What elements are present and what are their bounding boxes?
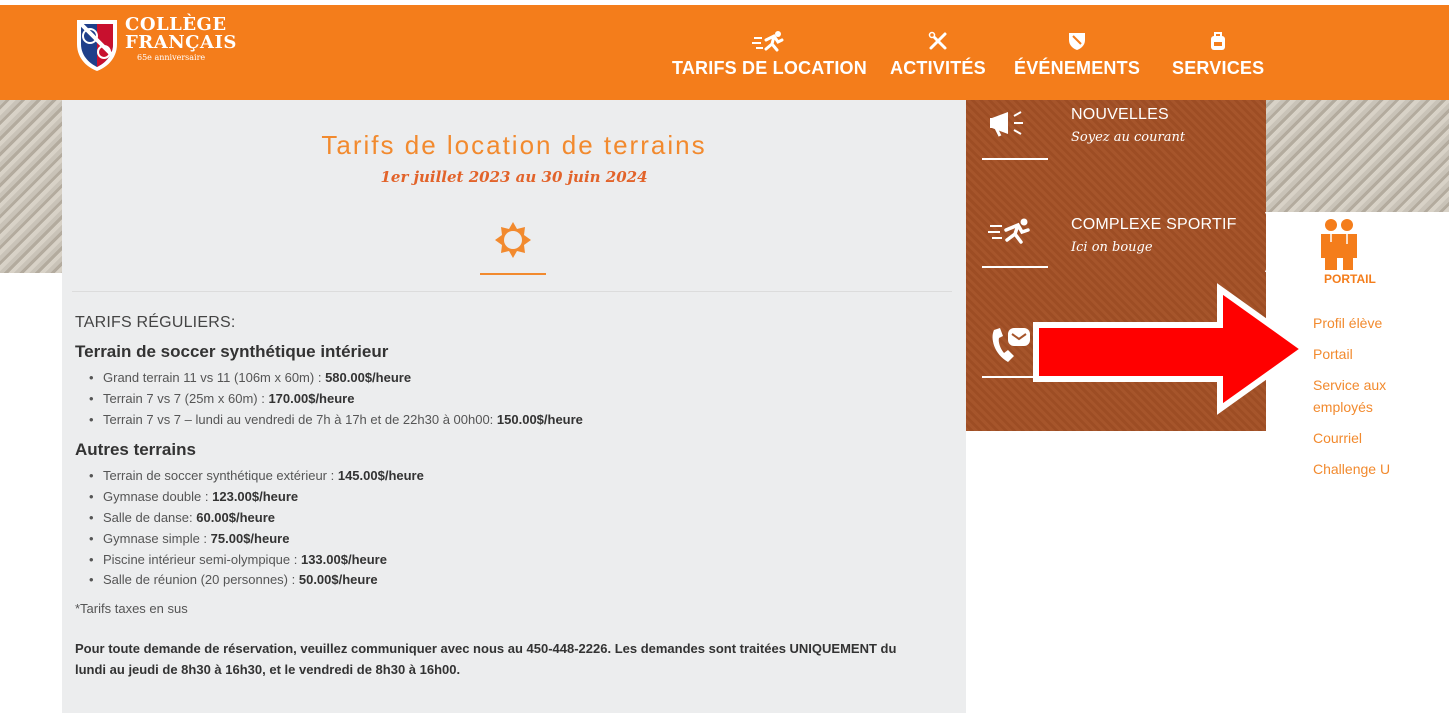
main-content: Tarifs de location de terrains 1er juill…: [62, 100, 966, 713]
backpack-icon: [1209, 28, 1227, 54]
crest-icon: [77, 20, 117, 71]
list-item: Salle de danse: 60.00$/heure: [89, 508, 955, 529]
title-underline: [480, 273, 546, 275]
list-item: Salle de réunion (20 personnes) : 50.00$…: [89, 570, 955, 591]
regular-rates-heading: TARIFS RÉGULIERS:: [75, 314, 236, 331]
group-title-other-fields: Autres terrains: [75, 440, 196, 460]
portal-link-challenge-u[interactable]: Challenge U: [1313, 458, 1443, 480]
tools-icon: [928, 28, 948, 54]
taxes-note: *Tarifs taxes en sus: [75, 601, 188, 617]
portal-link-service-employes[interactable]: Service aux employés: [1313, 374, 1443, 418]
nav-services[interactable]: SERVICES: [1172, 28, 1264, 79]
rate-price: 150.00$/heure: [496, 411, 583, 427]
rate-desc: Terrain 7 vs 7 – lundi au vendredi de 7h…: [103, 411, 497, 427]
rate-desc: Piscine intérieur semi-olympique :: [103, 551, 301, 567]
header-top-line: [0, 0, 1449, 5]
college-logo[interactable]: COLLÈGE FRANÇAIS 65e anniversaire: [75, 16, 237, 72]
panel-subtitle: Soyez au courant: [1071, 130, 1186, 145]
page-title: Tarifs de location de terrains: [321, 130, 707, 160]
link-label[interactable]: Courriel: [1313, 430, 1362, 446]
panel-divider: [982, 266, 1048, 268]
portal-link-courriel[interactable]: Courriel: [1313, 427, 1443, 449]
rate-price: 75.00$/heure: [210, 530, 290, 546]
nav-activites[interactable]: ACTIVITÉS: [890, 28, 986, 79]
rate-price: 133.00$/heure: [300, 551, 387, 567]
rate-price: 145.00$/heure: [337, 468, 424, 484]
phone-mail-icon: [988, 326, 1034, 371]
rate-price: 60.00$/heure: [196, 509, 276, 525]
list-item: Piscine intérieur semi-olympique : 133.0…: [89, 550, 955, 571]
nav-label: TARIFS DE LOCATION: [672, 58, 867, 78]
rates-list-indoor: Grand terrain 11 vs 11 (106m x 60m) : 58…: [75, 368, 955, 430]
portal-label[interactable]: PORTAIL: [1324, 272, 1376, 286]
link-label[interactable]: Service aux employés: [1313, 377, 1386, 415]
link-label[interactable]: Challenge U: [1313, 461, 1390, 477]
list-item: Gymnase simple : 75.00$/heure: [89, 529, 955, 550]
stone-banner-left: [0, 100, 62, 273]
logo-anniversary: 65e anniversaire: [137, 53, 206, 62]
list-item: Terrain 7 vs 7 (25m x 60m) : 170.00$/heu…: [89, 389, 955, 410]
rate-price: 170.00$/heure: [268, 390, 355, 406]
list-item: Gymnase double : 123.00$/heure: [89, 487, 955, 508]
site-header: COLLÈGE FRANÇAIS 65e anniversaire TARIFS…: [0, 0, 1449, 100]
nav-tarifs-de-location[interactable]: TARIFS DE LOCATION: [672, 28, 867, 79]
portal-link-profil-eleve[interactable]: Profil élève: [1313, 312, 1443, 334]
portal-links: Profil élève Portail Service aux employé…: [1313, 312, 1443, 489]
portal-link-portail[interactable]: Portail: [1313, 343, 1443, 365]
shield-icon: [1068, 28, 1086, 54]
red-arrow-annotation: [1033, 283, 1310, 415]
link-label[interactable]: Portail: [1313, 346, 1353, 362]
rates-section: TARIFS RÉGULIERS: Terrain de soccer synt…: [75, 314, 955, 680]
rates-list-other: Terrain de soccer synthétique extérieur …: [75, 466, 955, 591]
rate-desc: Salle de réunion (20 personnes) :: [103, 572, 299, 588]
nav-evenements[interactable]: ÉVÉNEMENTS: [1014, 28, 1140, 79]
rate-desc: Gymnase simple :: [103, 530, 211, 546]
panel-title: COMPLEXE SPORTIF: [1071, 216, 1237, 233]
link-label[interactable]: Profil élève: [1313, 315, 1382, 331]
group-title-indoor-soccer: Terrain de soccer synthétique intérieur: [75, 342, 389, 361]
section-divider: [72, 291, 952, 292]
panel-title: NOUVELLES: [1071, 106, 1169, 123]
panel-divider: [982, 158, 1048, 160]
rate-desc: Terrain 7 vs 7 (25m x 60m) :: [103, 390, 269, 406]
list-item: Terrain de soccer synthétique extérieur …: [89, 466, 955, 487]
nav-label: SERVICES: [1172, 58, 1265, 78]
rate-price: 50.00$/heure: [298, 572, 378, 588]
date-range: 1er juillet 2023 au 30 juin 2024: [380, 168, 648, 186]
runner-icon: [752, 28, 786, 54]
panel-subtitle: Ici on bouge: [1071, 240, 1153, 255]
rate-price: 123.00$/heure: [212, 489, 299, 505]
reservation-contact-note: Pour toute demande de réservation, veuil…: [75, 641, 897, 678]
runner-icon: [988, 218, 1034, 249]
logo-francais: FRANÇAIS: [125, 32, 237, 53]
rate-desc: Gymnase double :: [103, 489, 213, 505]
rate-price: 580.00$/heure: [325, 370, 412, 385]
list-item: Grand terrain 11 vs 11 (106m x 60m) : 58…: [89, 368, 955, 389]
list-item: Terrain 7 vs 7 – lundi au vendredi de 7h…: [89, 410, 955, 431]
rate-desc: Grand terrain 11 vs 11 (106m x 60m) :: [103, 370, 326, 385]
megaphone-icon: [988, 108, 1034, 143]
rate-desc: Terrain de soccer synthétique extérieur …: [103, 468, 338, 484]
rate-desc: Salle de danse:: [103, 509, 197, 525]
nav-label: ACTIVITÉS: [890, 58, 986, 78]
nav-label: ÉVÉNEMENTS: [1014, 58, 1141, 78]
sun-icon: [493, 220, 533, 265]
